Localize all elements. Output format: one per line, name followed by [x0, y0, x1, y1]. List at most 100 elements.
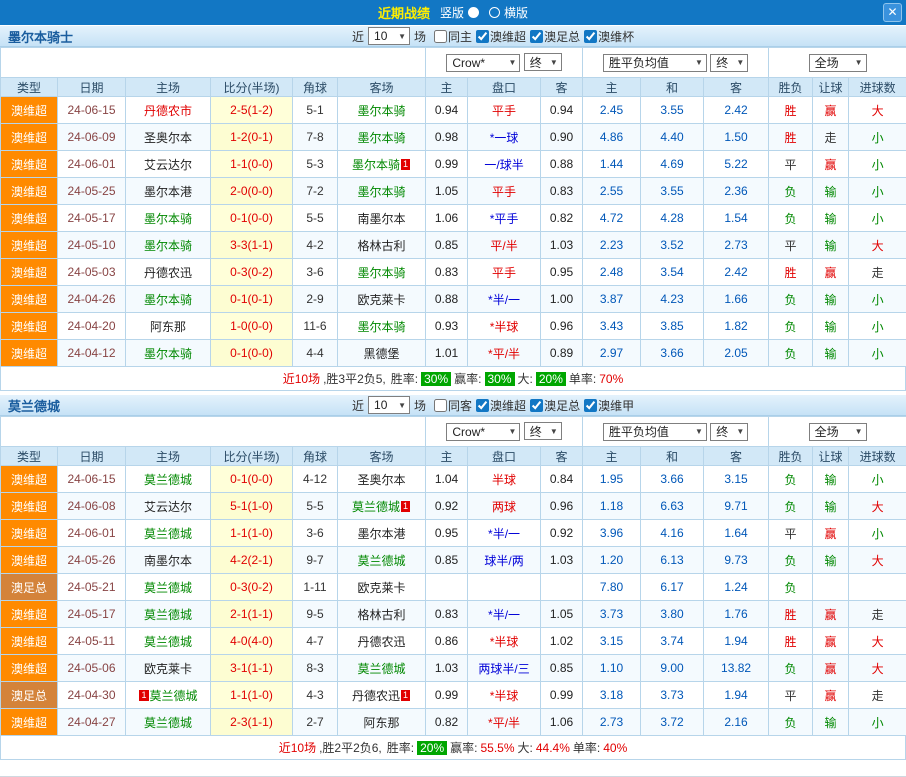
- filter-option[interactable]: 澳维超: [476, 397, 526, 414]
- cell-avg-home: 3.96: [583, 520, 641, 547]
- cell-text: 2.42: [724, 103, 747, 117]
- cell-away-team: 莫兰德城1: [338, 493, 426, 520]
- cell-result: 胜: [769, 97, 813, 124]
- cell-corners: 5-3: [293, 151, 338, 178]
- cell-text: 墨尔本骑: [358, 104, 406, 118]
- cell-text: 4.28: [660, 211, 683, 225]
- cell-text: 平: [785, 527, 797, 541]
- cell-text: 赢: [825, 158, 837, 172]
- match-count-select[interactable]: 10▼: [368, 396, 410, 414]
- avg-stage-select[interactable]: 终▼: [710, 54, 748, 72]
- cell-text: 大: [872, 239, 884, 253]
- cell-text: 输: [825, 347, 837, 361]
- close-button[interactable]: ✕: [883, 3, 902, 22]
- summary-stat-label: 胜率:: [391, 370, 418, 387]
- cell-text: 澳维超: [11, 662, 47, 676]
- summary-stat-value: 70%: [599, 372, 623, 386]
- cell-result: 胜: [769, 628, 813, 655]
- layout-option-vertical[interactable]: 竖版: [440, 4, 479, 21]
- avg-stage-select[interactable]: 终▼: [710, 423, 748, 441]
- cell-text: 赢: [825, 104, 837, 118]
- summary-stat-value: 55.5%: [481, 741, 515, 755]
- filter-option[interactable]: 澳维杯: [584, 28, 634, 45]
- avg-type-select[interactable]: 胜平负均值▼: [603, 423, 707, 441]
- cell-avg-away: 13.82: [704, 655, 769, 682]
- cell-handicap: 一/球半: [468, 151, 541, 178]
- cell-home-team: 艾云达尔: [126, 151, 211, 178]
- scope-select[interactable]: 全场▼: [809, 54, 867, 72]
- scope-select[interactable]: 全场▼: [809, 423, 867, 441]
- cell-avg-home: 3.43: [583, 313, 641, 340]
- cell-goals-result: 小: [849, 151, 906, 178]
- cell-result: 胜: [769, 124, 813, 151]
- cell-score: 1-1(1-0): [211, 682, 293, 709]
- cell-text: 阿东那: [150, 320, 186, 334]
- filter-checkbox[interactable]: [584, 30, 597, 43]
- filter-label: 澳维超: [490, 397, 526, 414]
- red-card-badge: 1: [401, 501, 410, 512]
- filter-option[interactable]: 澳足总: [530, 28, 580, 45]
- cell-text: 24-06-15: [67, 472, 115, 486]
- avg-type-select[interactable]: 胜平负均值▼: [603, 54, 707, 72]
- cell-text: 9.71: [724, 499, 747, 513]
- cell-avg-away: 1.66: [704, 286, 769, 313]
- filter-checkbox[interactable]: [476, 399, 489, 412]
- red-card-badge: 1: [401, 690, 410, 701]
- cell-text: 3.80: [660, 607, 683, 621]
- matches-tbody: 澳维超24-06-15莫兰德城0-1(0-0)4-12圣奥尔本1.04半球0.8…: [1, 466, 906, 736]
- column-header: 和: [641, 447, 704, 466]
- filter-checkbox[interactable]: [434, 30, 447, 43]
- cell-score: 0-3(0-2): [211, 574, 293, 601]
- cell-date: 24-06-08: [58, 493, 126, 520]
- cell-home-water: 1.06: [426, 205, 468, 232]
- match-count-select[interactable]: 10▼: [368, 27, 410, 45]
- column-header: 主场: [126, 78, 211, 97]
- cell-text: 4.40: [660, 130, 683, 144]
- chevron-down-icon: ▼: [508, 58, 516, 67]
- filter-option[interactable]: 澳维超: [476, 28, 526, 45]
- cell-text: 3-3(1-1): [230, 238, 273, 252]
- filter-checkbox[interactable]: [584, 399, 597, 412]
- column-header: 角球: [293, 78, 338, 97]
- cell-result: 平: [769, 520, 813, 547]
- cell-text: 输: [825, 239, 837, 253]
- filter-checkbox[interactable]: [476, 30, 489, 43]
- odds-stage-select[interactable]: 终▼: [524, 53, 562, 71]
- odds-company-select[interactable]: Crow*▼: [446, 54, 520, 72]
- cell-away-team: 墨尔本港: [338, 520, 426, 547]
- cell-corners: 3-6: [293, 259, 338, 286]
- cell-avg-home: 2.48: [583, 259, 641, 286]
- matches-table: Crow*▼ 终▼ 胜平负均值▼ 终▼ 全场▼ 类型日期主场比分(半场)角球客场…: [0, 47, 906, 367]
- odds-company-select[interactable]: Crow*▼: [446, 423, 520, 441]
- filter-checkbox[interactable]: [530, 30, 543, 43]
- cell-text: 走: [825, 131, 837, 145]
- cell-home-water: 0.99: [426, 682, 468, 709]
- filter-checkbox[interactable]: [434, 399, 447, 412]
- cell-text: 输: [825, 554, 837, 568]
- cell-text: 4-2(2-1): [230, 553, 273, 567]
- cell-text: 3.73: [600, 607, 623, 621]
- cell-league-type: 澳维超: [1, 547, 58, 574]
- cell-text: 大: [872, 635, 884, 649]
- cell-away-water: 1.02: [541, 628, 583, 655]
- cell-avg-draw: 3.52: [641, 232, 704, 259]
- filter-option[interactable]: 澳维甲: [584, 397, 634, 414]
- cell-text: 4.69: [660, 157, 683, 171]
- column-header: 主: [426, 78, 468, 97]
- cell-score: 0-3(0-2): [211, 259, 293, 286]
- layout-option-horizontal[interactable]: 横版: [489, 4, 528, 21]
- cell-text: 墨尔本骑: [144, 293, 192, 307]
- filter-checkbox[interactable]: [530, 399, 543, 412]
- cell-avg-home: 2.45: [583, 97, 641, 124]
- cell-text: 24-05-26: [67, 553, 115, 567]
- cell-handicap: 两球半/三: [468, 655, 541, 682]
- column-header: 类型: [1, 78, 58, 97]
- team-section-header: 莫兰德城 近 10▼ 场 同客澳维超澳足总澳维甲: [0, 394, 906, 416]
- filter-option[interactable]: 澳足总: [530, 397, 580, 414]
- odds-stage-select[interactable]: 终▼: [524, 422, 562, 440]
- cell-date: 24-04-27: [58, 709, 126, 736]
- cell-text: 欧克莱卡: [358, 581, 406, 595]
- filter-option[interactable]: 同主: [434, 28, 472, 45]
- filter-option[interactable]: 同客: [434, 397, 472, 414]
- cell-text: 2-3(1-1): [230, 715, 273, 729]
